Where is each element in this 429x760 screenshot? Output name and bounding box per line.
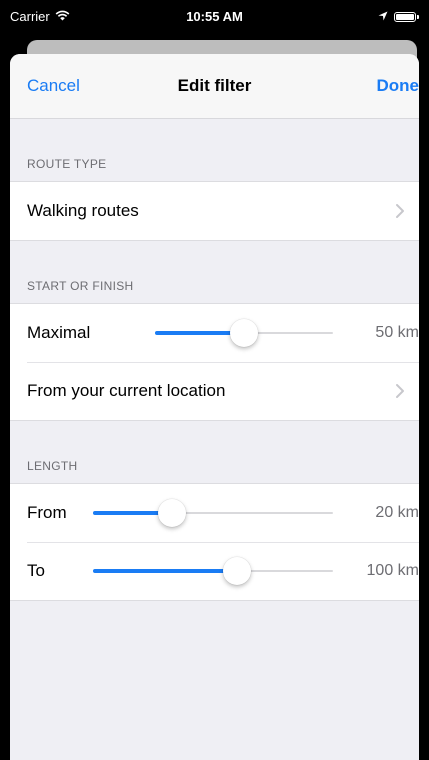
section-header-length: LENGTH — [10, 421, 419, 483]
route-type-group: Walking routes — [10, 181, 419, 241]
current-location-label: From your current location — [27, 381, 226, 400]
length-group: From 20 km To 100 km — [10, 483, 419, 601]
start-finish-group: Maximal 50 km From your current location — [10, 303, 419, 421]
section-header-start-finish: START OR FINISH — [10, 241, 419, 303]
length-from-row: From 20 km — [10, 484, 419, 542]
to-label: To — [27, 561, 45, 580]
section-header-label: LENGTH — [27, 459, 78, 473]
section-header-label: ROUTE TYPE — [27, 157, 107, 171]
battery-tip — [417, 14, 419, 19]
slider-thumb[interactable] — [230, 319, 258, 347]
battery-icon — [394, 11, 416, 22]
from-value: 20 km — [375, 504, 419, 521]
section-header-route-type: ROUTE TYPE — [10, 119, 419, 181]
maximal-slider[interactable] — [155, 319, 333, 347]
current-location-row[interactable]: From your current location — [10, 362, 419, 420]
status-time: 10:55 AM — [186, 9, 243, 24]
to-slider[interactable] — [93, 557, 333, 585]
from-slider[interactable] — [93, 499, 333, 527]
status-bar: Carrier 10:55 AM — [0, 0, 429, 36]
section-header-label: START OR FINISH — [27, 279, 134, 293]
slider-thumb[interactable] — [158, 499, 187, 527]
slider-thumb[interactable] — [223, 557, 251, 585]
chevron-right-icon — [396, 204, 404, 218]
slider-fill — [93, 569, 237, 573]
done-button[interactable]: Done — [377, 76, 420, 96]
maximal-row: Maximal 50 km — [10, 304, 419, 362]
location-arrow-icon — [378, 9, 388, 24]
maximal-value: 50 km — [375, 324, 419, 341]
page-title: Edit filter — [177, 76, 252, 95]
route-type-row[interactable]: Walking routes — [10, 182, 419, 240]
navigation-bar: Cancel Edit filter Done — [10, 54, 419, 119]
length-to-row: To 100 km — [10, 542, 419, 600]
chevron-right-icon — [396, 384, 404, 398]
route-type-value: Walking routes — [27, 201, 139, 220]
to-value: 100 km — [366, 562, 419, 579]
edit-filter-sheet: Cancel Edit filter Done ROUTE TYPE Walki… — [10, 54, 419, 760]
maximal-label: Maximal — [27, 323, 91, 342]
from-label: From — [27, 503, 67, 522]
status-right — [378, 9, 419, 24]
